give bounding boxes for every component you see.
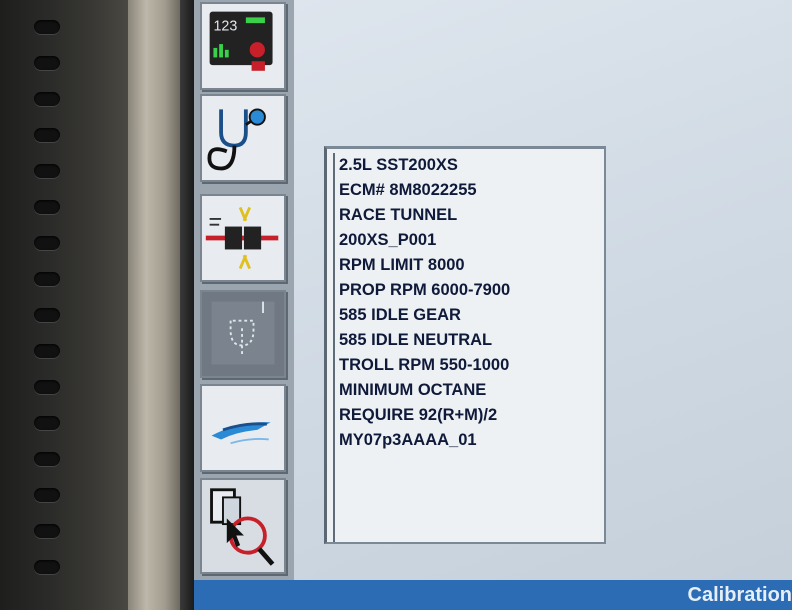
calibration-info-box: 2.5L SST200XS ECM# 8M8022255 RACE TUNNEL… bbox=[324, 146, 606, 544]
vent-slot bbox=[34, 488, 60, 502]
status-bar: Calibration bbox=[194, 580, 792, 610]
monitor-bezel bbox=[0, 0, 128, 610]
info-line-version: MY07p3AAAA_01 bbox=[339, 431, 477, 449]
info-line-idle-gear: 585 IDLE GEAR bbox=[339, 306, 461, 324]
info-line-model: 2.5L SST200XS bbox=[339, 156, 458, 174]
info-line-idle-neutral: 585 IDLE NEUTRAL bbox=[339, 331, 493, 349]
info-line-calibration-id: 200XS_P001 bbox=[339, 231, 437, 249]
vent-slot bbox=[34, 20, 60, 34]
screen: 123 2.5L SST200XS ECM# 8M8022255 RACE TU… bbox=[194, 0, 792, 610]
status-label: Calibration bbox=[687, 584, 792, 606]
diagnostics-button[interactable] bbox=[200, 94, 286, 182]
tool-sidebar: 123 bbox=[194, 0, 294, 580]
vent-slot bbox=[34, 380, 60, 394]
vent-slot bbox=[34, 308, 60, 322]
vent-slot bbox=[34, 164, 60, 178]
info-line-rpm-limit: RPM LIMIT 8000 bbox=[339, 256, 465, 274]
data-display-button[interactable]: 123 bbox=[200, 2, 286, 90]
calibration-search-icon bbox=[210, 488, 275, 566]
info-line-tunnel: RACE TUNNEL bbox=[339, 206, 458, 224]
vent-slot bbox=[34, 92, 60, 106]
info-line-octane: MINIMUM OCTANE bbox=[339, 381, 487, 399]
calibration-info-list: 2.5L SST200XS ECM# 8M8022255 RACE TUNNEL… bbox=[333, 153, 604, 542]
vent-slot bbox=[34, 236, 60, 250]
vent-slot bbox=[34, 272, 60, 286]
vent-slot bbox=[34, 128, 60, 142]
module-icon bbox=[211, 301, 275, 365]
monitor-frame-edge bbox=[180, 0, 194, 610]
connector-icon bbox=[205, 206, 279, 270]
calibration-search-button[interactable] bbox=[200, 478, 286, 574]
boat-icon bbox=[211, 422, 271, 445]
info-line-ecm: ECM# 8M8022255 bbox=[339, 181, 477, 199]
info-line-octane-requirement: REQUIRE 92(R+M)/2 bbox=[339, 406, 498, 424]
monitor-frame bbox=[128, 0, 180, 610]
svg-text:123: 123 bbox=[213, 19, 237, 35]
boat-button[interactable] bbox=[200, 384, 286, 472]
main-area: 2.5L SST200XS ECM# 8M8022255 RACE TUNNEL… bbox=[294, 0, 792, 580]
vent-slot bbox=[34, 416, 60, 430]
data-display-icon: 123 bbox=[209, 11, 273, 71]
stethoscope-icon bbox=[207, 108, 266, 171]
info-line-troll-rpm: TROLL RPM 550-1000 bbox=[339, 356, 510, 374]
vent-slot bbox=[34, 524, 60, 538]
vent-slot bbox=[34, 452, 60, 466]
vent-slot bbox=[34, 200, 60, 214]
vent-slot bbox=[34, 344, 60, 358]
vent-slot bbox=[34, 56, 60, 70]
vent-slot bbox=[34, 560, 60, 574]
connector-button[interactable] bbox=[200, 194, 286, 282]
info-line-prop-rpm: PROP RPM 6000-7900 bbox=[339, 281, 511, 299]
module-button[interactable] bbox=[200, 290, 286, 378]
